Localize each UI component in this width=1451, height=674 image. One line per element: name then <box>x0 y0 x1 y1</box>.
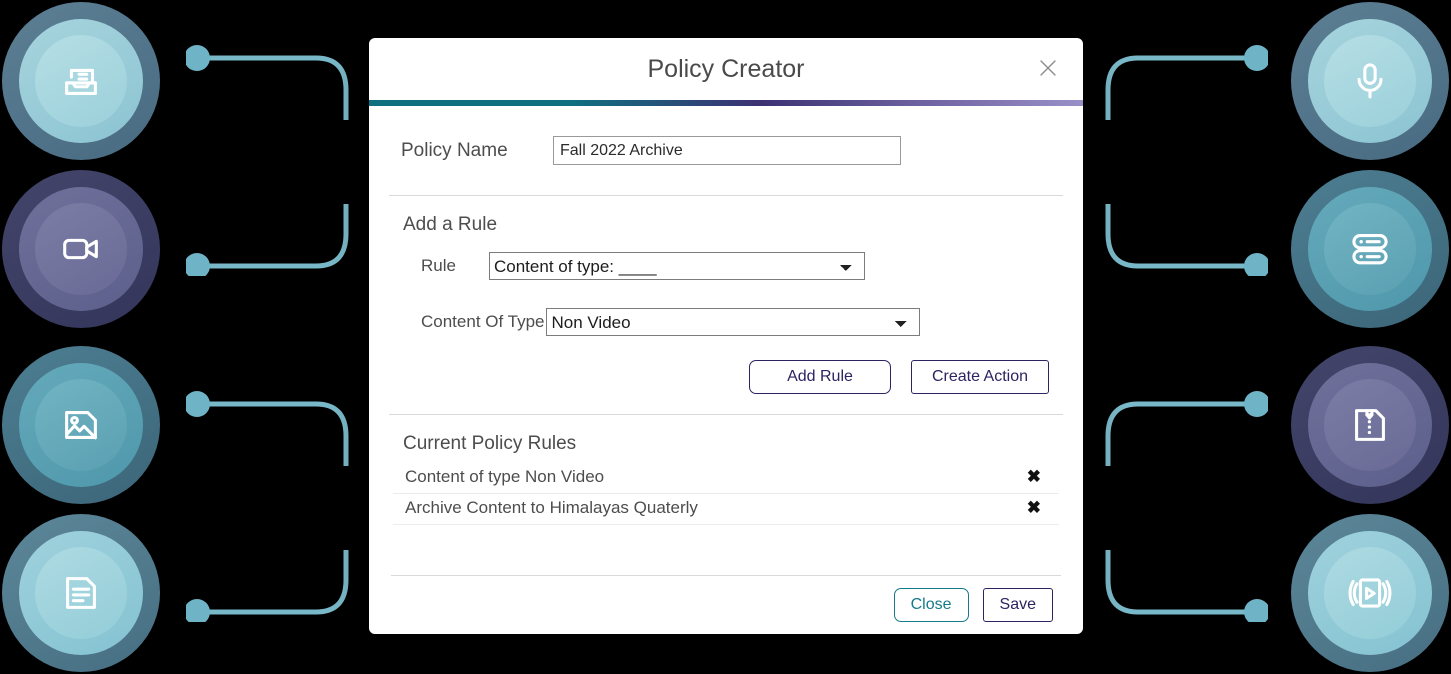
badge-microphone <box>1291 2 1449 160</box>
badge-video-player <box>1291 514 1449 672</box>
add-rule-button[interactable]: Add Rule <box>749 360 891 394</box>
connector-line-right-1 <box>1105 45 1268 120</box>
rule-actions-row: Add Rule Create Action <box>391 342 1061 414</box>
content-type-select[interactable]: Non Video <box>546 308 921 336</box>
connector-line-left-2 <box>186 204 349 276</box>
add-rule-section: Add a Rule Rule Content of type: ____ Co… <box>381 196 1071 414</box>
rule-field-row: Rule Content of type: ____ <box>391 246 1061 286</box>
rule-select[interactable]: Content of type: ____ <box>489 252 865 280</box>
rule-row-text: Content of type Non Video <box>405 467 605 486</box>
connector-line-right-3 <box>1105 391 1268 466</box>
microphone-icon <box>1357 63 1383 99</box>
badge-video-camera <box>2 170 160 328</box>
content-type-field-row: Content Of Type Non Video <box>391 302 1061 342</box>
badge-zip-archive-file <box>1291 346 1449 504</box>
rule-label: Rule <box>421 256 456 275</box>
delete-rule-icon[interactable]: ✖ <box>1021 467 1047 487</box>
policy-name-input[interactable] <box>553 136 901 165</box>
rule-row-text: Archive Content to Himalayas Quaterly <box>405 498 698 517</box>
connector-line-left-4 <box>186 550 349 622</box>
save-button[interactable]: Save <box>982 588 1053 622</box>
close-button[interactable]: Close <box>893 588 969 622</box>
page-title: Policy Creator <box>647 54 805 83</box>
create-action-button[interactable]: Create Action <box>911 360 1049 394</box>
table-row: Content of type Non Video ✖ <box>393 463 1059 494</box>
policy-name-section: Policy Name <box>381 106 1071 195</box>
connector-line-left-1 <box>186 45 349 120</box>
delete-rule-icon[interactable]: ✖ <box>1021 498 1047 518</box>
badge-document-text <box>2 514 160 672</box>
badge-image-photo <box>2 346 160 504</box>
connector-line-right-4 <box>1105 550 1268 622</box>
policy-name-label: Policy Name <box>401 139 508 161</box>
inbox-archive-icon <box>65 68 97 95</box>
connector-line-left-3 <box>186 391 349 466</box>
policy-name-row: Policy Name <box>391 106 1061 195</box>
connector-line-right-2 <box>1105 204 1268 276</box>
current-rules-title: Current Policy Rules <box>403 433 577 454</box>
close-x-icon[interactable] <box>1031 51 1065 85</box>
image-photo-icon <box>65 411 97 440</box>
video-camera-icon <box>63 238 98 260</box>
badge-server-database <box>1291 170 1449 328</box>
policy-creator-dialog: Policy Creator Policy Name Add a Rule Ru… <box>369 38 1083 634</box>
dialog-body: Policy Name Add a Rule Rule Content of t… <box>369 106 1083 634</box>
content-type-label: Content Of Type <box>421 312 545 331</box>
table-row: Archive Content to Himalayas Quaterly ✖ <box>393 494 1059 525</box>
zip-archive-file-icon <box>1355 409 1385 441</box>
dialog-header: Policy Creator <box>369 38 1083 100</box>
close-icon-glyph <box>1040 60 1056 76</box>
current-rules-section: Current Policy Rules Content of type Non… <box>381 415 1071 525</box>
video-player-icon <box>1348 578 1392 608</box>
badge-inbox-archive <box>2 2 160 160</box>
server-database-icon <box>1352 234 1388 265</box>
add-rule-title: Add a Rule <box>403 214 498 235</box>
document-text-icon <box>66 577 96 609</box>
dialog-footer: Close Save <box>391 575 1061 634</box>
